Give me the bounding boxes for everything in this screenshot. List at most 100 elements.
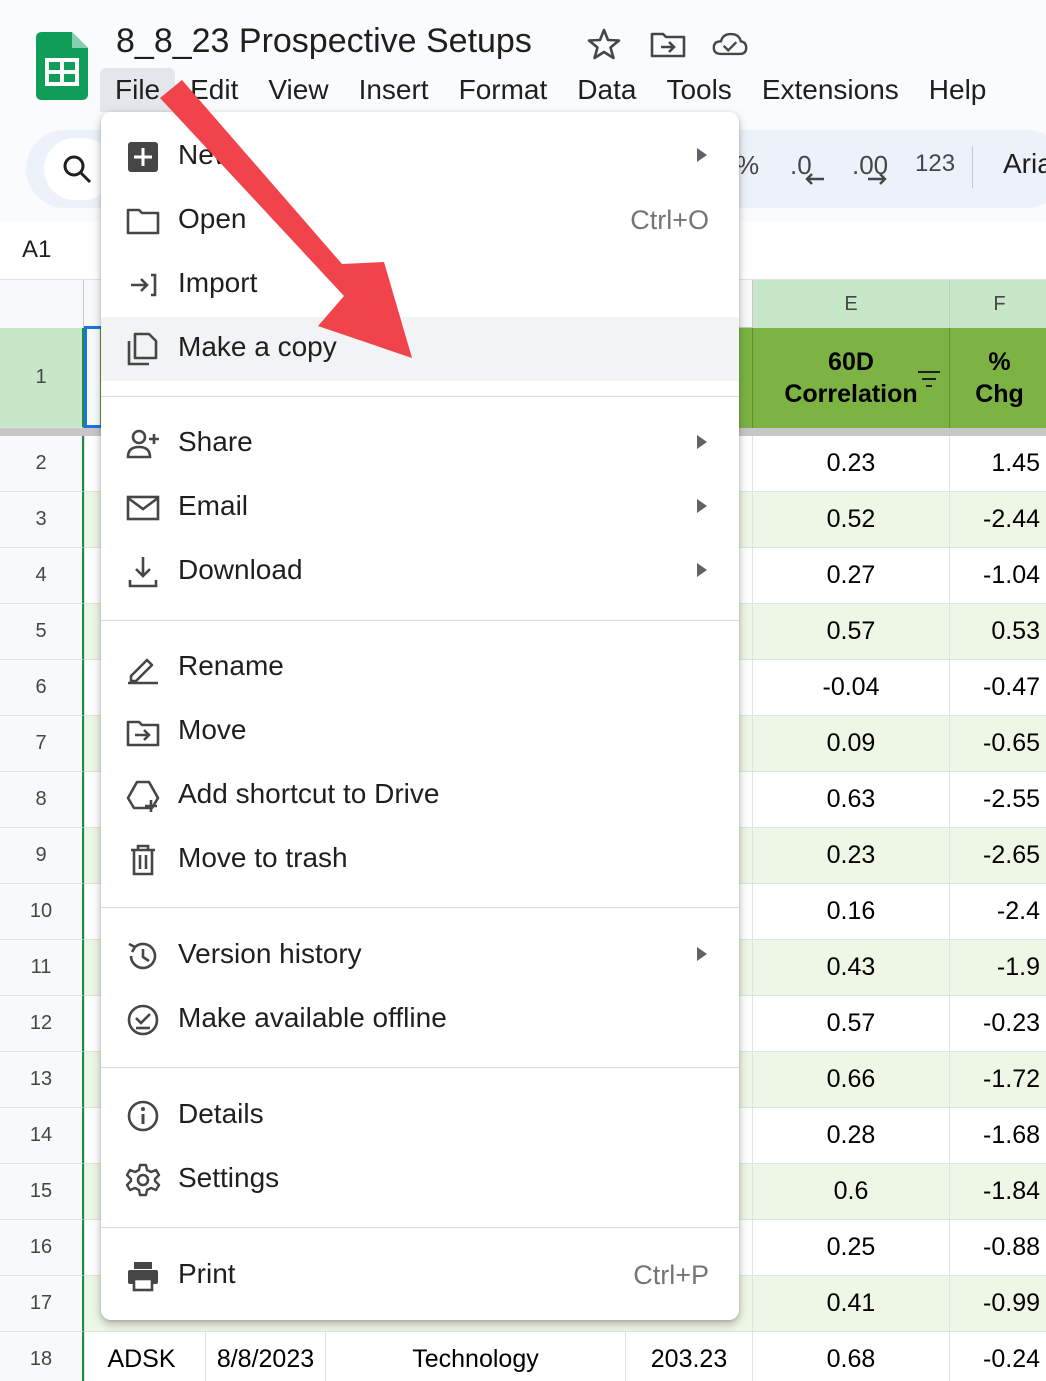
menu-item-download[interactable]: Download [101,540,739,604]
cell-correlation[interactable]: 0.68 [752,1332,949,1381]
menu-insert[interactable]: Insert [344,68,444,112]
filter-icon[interactable] [917,370,941,388]
cell-correlation[interactable]: 0.57 [752,604,949,660]
row-header[interactable]: 10 [0,884,84,940]
menu-item-new[interactable]: New [101,125,739,189]
menu-item-offline[interactable]: Make available offline [101,988,739,1052]
cell-pct-chg[interactable]: -1.84 [949,1164,1046,1220]
row-header[interactable]: 11 [0,940,84,996]
cell-sector[interactable]: Technology [325,1332,625,1381]
cell-correlation[interactable]: 0.63 [752,772,949,828]
cell-pct-chg[interactable]: -1.68 [949,1108,1046,1164]
cell-pct-chg[interactable]: -1.04 [949,548,1046,604]
cell-pct-chg[interactable]: -2.44 [949,492,1046,548]
cell-correlation[interactable]: 0.52 [752,492,949,548]
header-pct-line2: Chg [975,380,1024,408]
row-header[interactable]: 14 [0,1108,84,1164]
cell-correlation[interactable]: 0.27 [752,548,949,604]
name-box[interactable]: A1 [22,236,51,264]
cell-correlation[interactable]: 0.28 [752,1108,949,1164]
row-header[interactable]: 17 [0,1276,84,1332]
menu-item-email[interactable]: Email [101,476,739,540]
row-header[interactable]: 18 [0,1332,84,1381]
menu-view[interactable]: View [253,68,343,112]
row-header[interactable]: 13 [0,1052,84,1108]
cell-symbol[interactable]: ADSK [84,1332,198,1381]
menu-help[interactable]: Help [914,68,1002,112]
font-select[interactable]: Aria [1003,148,1046,180]
cell-correlation[interactable]: 0.23 [752,436,949,492]
menu-item-settings[interactable]: Settings [101,1148,739,1212]
cell-correlation[interactable]: 0.16 [752,884,949,940]
submenu-arrow-icon [697,563,707,577]
row-header[interactable]: 15 [0,1164,84,1220]
cell-correlation[interactable]: 0.25 [752,1220,949,1276]
menu-tools[interactable]: Tools [651,68,746,112]
cell-correlation[interactable]: 0.09 [752,716,949,772]
row-header[interactable]: 16 [0,1220,84,1276]
cell-pct-chg[interactable]: -0.88 [949,1220,1046,1276]
cell-pct-chg[interactable]: -1.9 [949,940,1046,996]
more-formats-button[interactable]: 123 [915,150,955,178]
cell-correlation[interactable]: 0.23 [752,828,949,884]
cell-pct-chg[interactable]: -2.55 [949,772,1046,828]
menu-edit[interactable]: Edit [175,68,253,112]
cloud-saved-icon[interactable] [712,28,748,60]
row-header[interactable]: 12 [0,996,84,1052]
menu-item-rename[interactable]: Rename [101,636,739,700]
cell-pct-chg[interactable]: 0.53 [949,604,1046,660]
row-header[interactable]: 8 [0,772,84,828]
menu-item-share[interactable]: Share [101,412,739,476]
cell-pct-chg[interactable]: -0.47 [949,660,1046,716]
decrease-decimal-button[interactable]: .0 [790,150,824,185]
cell-correlation[interactable]: 0.43 [752,940,949,996]
move-folder-icon[interactable] [650,28,686,60]
menu-item-import[interactable]: Import [101,253,739,317]
select-all-corner[interactable] [0,280,84,328]
row-header[interactable]: 6 [0,660,84,716]
cell-correlation[interactable]: 0.41 [752,1276,949,1332]
menu-item-print[interactable]: Print Ctrl+P [101,1244,739,1308]
cell-pct-chg[interactable]: -2.4 [949,884,1046,940]
menu-item-make-copy[interactable]: Make a copy [101,317,739,381]
column-header-e[interactable]: E [752,280,949,328]
row-header[interactable]: 7 [0,716,84,772]
cell-price[interactable]: 203.23 [625,1332,752,1381]
menu-data[interactable]: Data [562,68,651,112]
cell-pct-chg[interactable]: -0.65 [949,716,1046,772]
menu-item-add-shortcut[interactable]: Add shortcut to Drive [101,764,739,828]
row-header[interactable]: 4 [0,548,84,604]
row-header[interactable]: 5 [0,604,84,660]
cell-pct-chg[interactable]: -0.99 [949,1276,1046,1332]
menu-file[interactable]: File [100,68,176,112]
row-header[interactable]: 3 [0,492,84,548]
cell-correlation[interactable]: 0.6 [752,1164,949,1220]
sheets-logo-icon[interactable] [36,32,88,100]
cell-pct-chg[interactable]: -2.65 [949,828,1046,884]
header-cell-pct-chg[interactable]: % Chg [949,328,1046,428]
cell-date[interactable]: 8/8/2023 [205,1332,325,1381]
menu-item-trash[interactable]: Move to trash [101,828,739,892]
cell-correlation[interactable]: -0.04 [752,660,949,716]
format-percent-button[interactable]: % [736,150,759,181]
column-header-f[interactable]: F [949,280,1046,328]
cell-pct-chg[interactable]: -1.72 [949,1052,1046,1108]
menu-item-open[interactable]: Open Ctrl+O [101,189,739,253]
menu-item-move[interactable]: Move [101,700,739,764]
row-header[interactable]: 2 [0,436,84,492]
row-header-1[interactable]: 1 [0,328,84,428]
menu-format[interactable]: Format [444,68,563,112]
menu-item-details[interactable]: Details [101,1084,739,1148]
cell-pct-chg[interactable]: -0.23 [949,996,1046,1052]
menu-extensions[interactable]: Extensions [747,68,914,112]
cell-pct-chg[interactable]: -0.24 [949,1332,1046,1381]
cell-correlation[interactable]: 0.57 [752,996,949,1052]
menu-item-version-history[interactable]: Version history [101,924,739,988]
cell-correlation[interactable]: 0.66 [752,1052,949,1108]
increase-decimal-button[interactable]: .00 [852,150,888,185]
document-title[interactable]: 8_8_23 Prospective Setups [116,22,532,61]
header-cell-correlation[interactable]: 60D Correlation [752,328,949,428]
star-icon[interactable] [586,28,622,60]
row-header[interactable]: 9 [0,828,84,884]
cell-pct-chg[interactable]: 1.45 [949,436,1046,492]
